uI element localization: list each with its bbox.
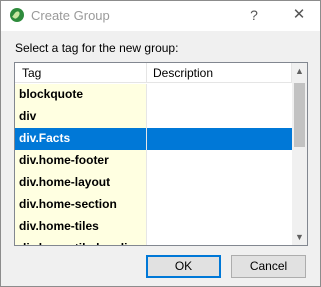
help-button[interactable]: ? [241,5,267,25]
tag-cell: div.home-layout [15,172,147,194]
table-row[interactable]: div.home-footer [15,150,292,172]
tag-cell: div [15,106,147,128]
scroll-thumb[interactable] [294,83,305,147]
close-button[interactable]: ✕ [286,5,312,25]
description-cell [147,238,292,245]
tag-cell: div.Facts [15,128,147,150]
scroll-down-icon[interactable]: ▼ [292,229,307,245]
description-cell [147,84,292,106]
list-rows: blockquote div div.Facts div.home-footer… [15,84,292,245]
list-header: Tag Description [15,63,292,83]
description-cell [147,216,292,238]
description-cell [147,128,292,150]
dialog-title: Create Group [31,8,110,23]
tag-cell: div.home-tiles [15,216,147,238]
description-cell [147,194,292,216]
tag-cell: div.home-section [15,194,147,216]
app-leaf-icon [10,8,24,22]
vertical-scrollbar[interactable]: ▲ ▼ [292,63,307,245]
title-bar: Create Group ? ✕ [1,1,320,31]
prompt-label: Select a tag for the new group: [15,41,179,55]
table-row[interactable]: div.home-section [15,194,292,216]
create-group-dialog: Create Group ? ✕ Select a tag for the ne… [0,0,321,287]
table-row[interactable]: div.home-layout [15,172,292,194]
table-row[interactable]: div.home-tiles [15,216,292,238]
ok-button[interactable]: OK [146,255,221,278]
table-row[interactable]: blockquote [15,84,292,106]
tag-cell: blockquote [15,84,147,106]
scroll-up-icon[interactable]: ▲ [292,63,307,79]
tag-cell: div.home-tile-heading [15,238,147,245]
description-cell [147,150,292,172]
column-header-tag[interactable]: Tag [15,63,147,83]
description-cell [147,106,292,128]
column-header-description[interactable]: Description [147,63,292,83]
table-row-selected[interactable]: div.Facts [15,128,292,150]
table-row[interactable]: div [15,106,292,128]
tag-list[interactable]: Tag Description blockquote div div.Facts… [14,62,308,246]
tag-cell: div.home-footer [15,150,147,172]
description-cell [147,172,292,194]
table-row[interactable]: div.home-tile-heading [15,238,292,245]
cancel-button[interactable]: Cancel [231,255,306,278]
